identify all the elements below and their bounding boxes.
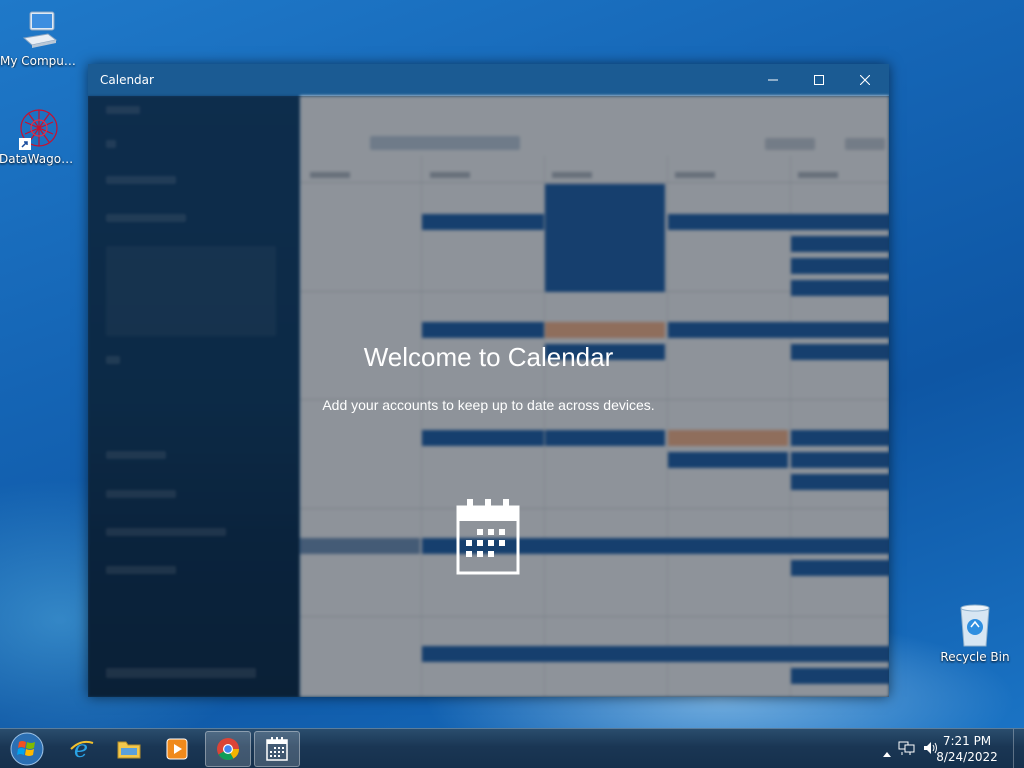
computer-icon <box>18 8 62 52</box>
recycle-bin-icon <box>953 602 997 648</box>
datawagon-icon <box>17 106 61 150</box>
taskbar-calendar[interactable] <box>254 731 300 767</box>
maximize-icon <box>814 75 824 85</box>
welcome-subtitle: Add your accounts to keep up to date acr… <box>322 397 655 413</box>
show-desktop-button[interactable] <box>1013 729 1024 768</box>
taskbar-media-player[interactable] <box>154 731 200 767</box>
taskbar-chrome[interactable] <box>205 731 251 767</box>
desktop-icon-label: DataWagon... <box>0 152 79 166</box>
taskbar: e 7:21 PM 8/24/2022 <box>0 728 1024 768</box>
desktop-icon-recycle-bin[interactable]: Recycle Bin <box>935 602 1015 664</box>
close-button[interactable] <box>842 64 888 96</box>
media-player-icon <box>166 738 188 760</box>
calendar-icon <box>455 497 521 581</box>
windows-start-icon <box>10 732 44 766</box>
window-title: Calendar <box>100 73 154 87</box>
title-bar[interactable]: Calendar <box>88 64 889 96</box>
desktop-icon-datawagon[interactable]: DataWagon... <box>0 106 79 166</box>
chrome-icon <box>217 738 239 760</box>
show-hidden-icons[interactable] <box>882 743 892 762</box>
network-icon[interactable] <box>898 740 916 760</box>
taskbar-internet-explorer[interactable]: e <box>58 731 104 767</box>
ie-icon: e <box>70 735 94 763</box>
desktop-icon-label: My Computer <box>0 54 80 68</box>
welcome-title: Welcome to Calendar <box>363 342 614 372</box>
maximize-button[interactable] <box>796 64 842 96</box>
calendar-window[interactable]: Calendar Welcome to Calendar Add your ac… <box>88 64 889 697</box>
desktop-icon-label: Recycle Bin <box>940 650 1010 664</box>
desktop-icon-my-computer[interactable]: My Computer <box>0 8 80 68</box>
clock-date: 8/24/2022 <box>936 750 998 764</box>
minimize-button[interactable] <box>750 64 796 96</box>
svg-text:e: e <box>74 735 88 763</box>
shortcut-arrow-icon <box>19 138 31 150</box>
start-button[interactable] <box>6 730 48 768</box>
folder-icon <box>117 741 141 759</box>
clock-time: 7:21 PM <box>942 734 992 748</box>
close-icon <box>860 75 870 85</box>
taskbar-file-explorer[interactable] <box>106 731 152 767</box>
clock[interactable]: 7:21 PM 8/24/2022 <box>932 733 1002 765</box>
system-tray: 7:21 PM 8/24/2022 <box>874 729 1024 768</box>
calendar-icon <box>266 737 288 761</box>
minimize-icon <box>768 79 778 81</box>
desktop: My Computer DataWagon... Recycle Bin Cal… <box>0 0 1024 728</box>
